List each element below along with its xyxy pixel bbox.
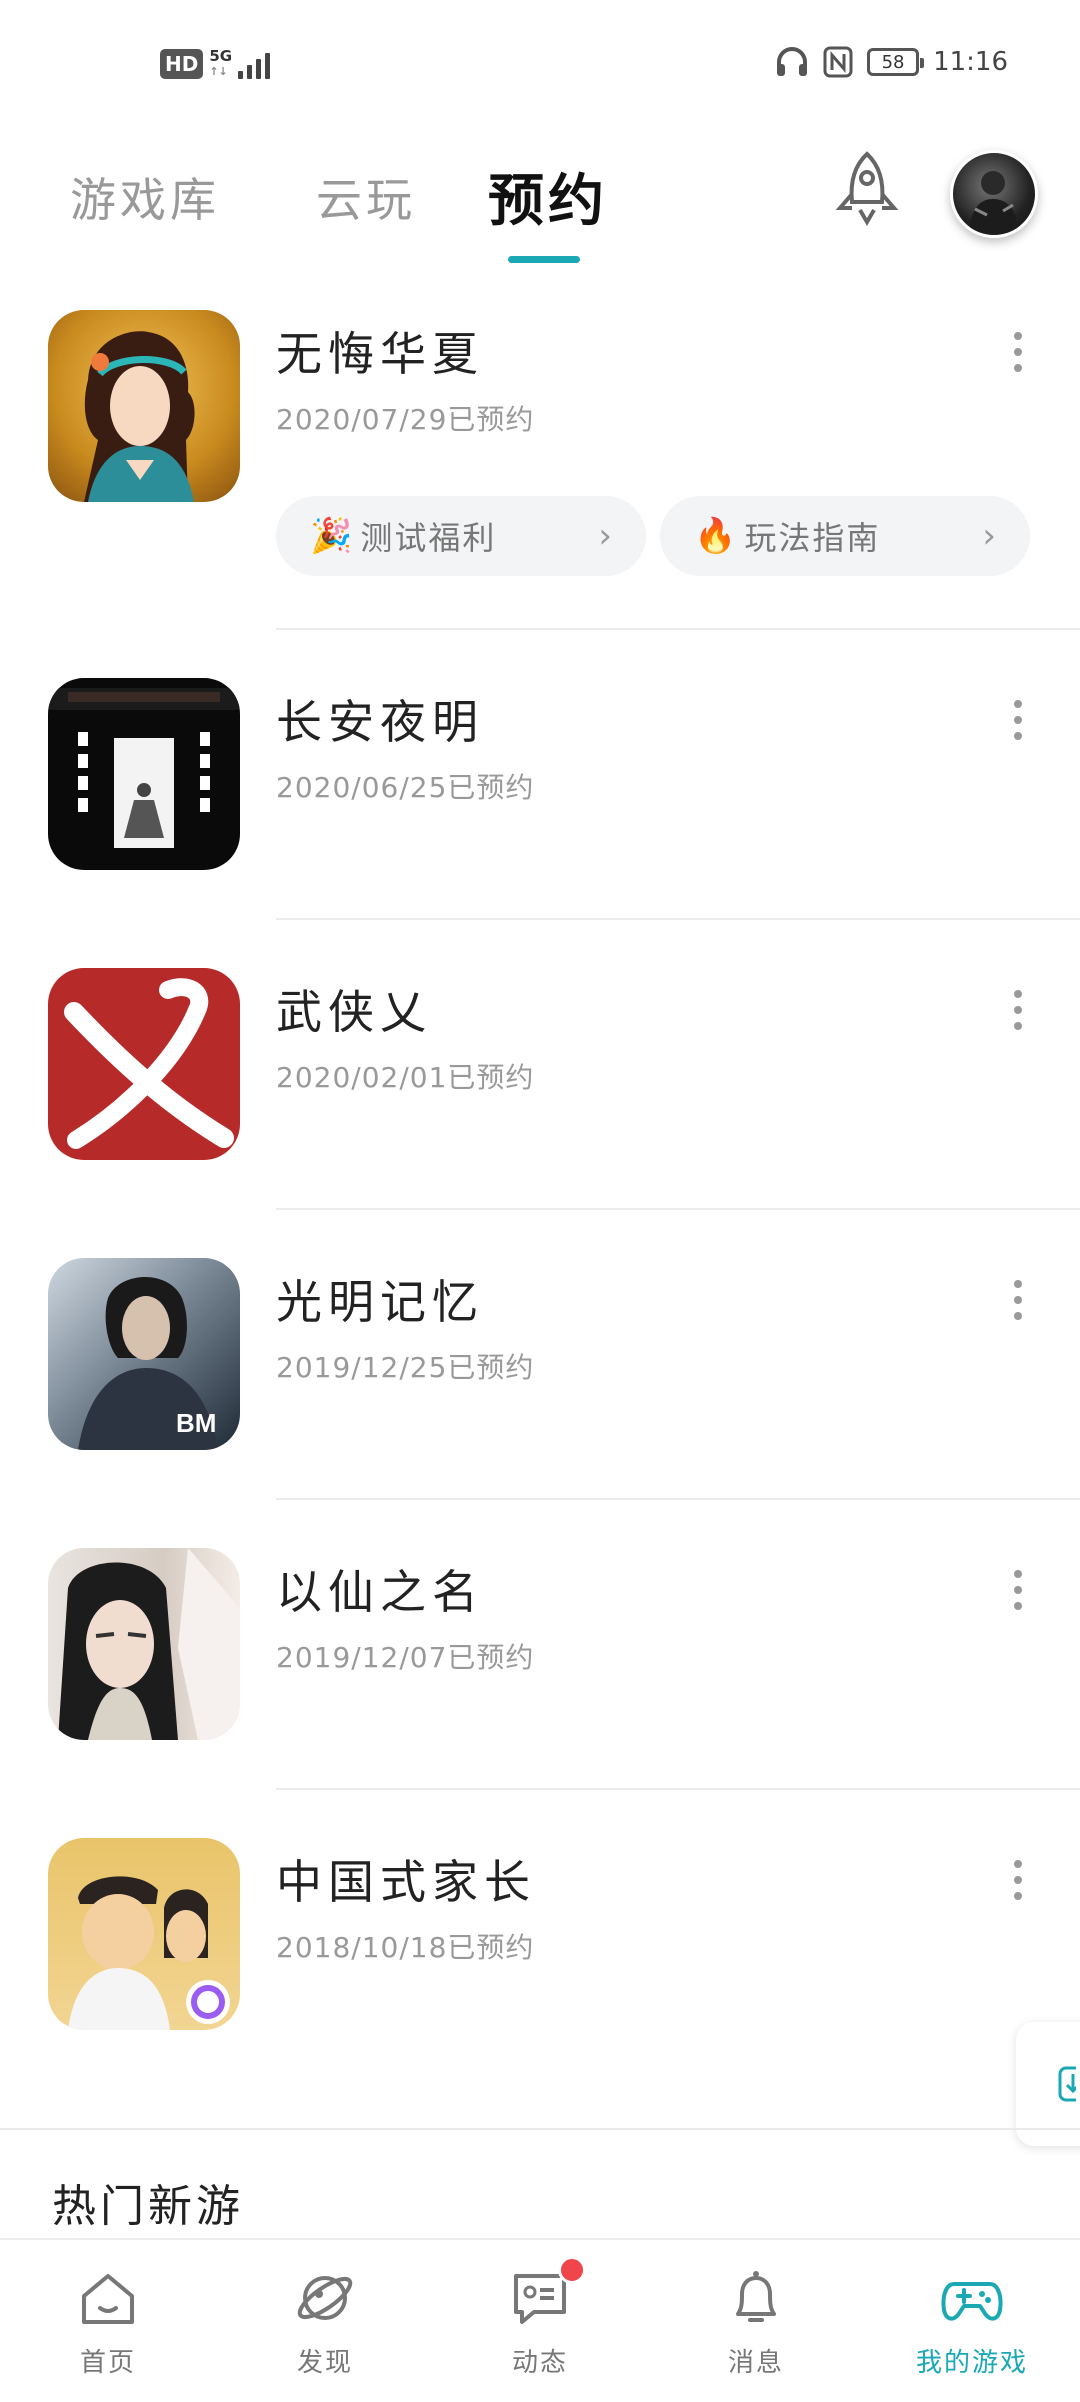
reservation-date: 2019/12/25已预约 bbox=[276, 1351, 535, 1384]
test-benefits-button[interactable]: 🎉 测试福利 › bbox=[276, 496, 646, 576]
game-row[interactable]: BM 光明记忆 2019/12/25已预约 bbox=[0, 1258, 1080, 1458]
nav-messages[interactable]: 消息 bbox=[686, 2240, 826, 2402]
game-icon-zhongguoshi-jiazhang[interactable] bbox=[48, 1838, 240, 2030]
nav-discover[interactable]: 发现 bbox=[255, 2240, 395, 2402]
more-options-icon[interactable] bbox=[1010, 1280, 1026, 1320]
nav-label: 首页 bbox=[79, 2348, 136, 2378]
signal-icon bbox=[238, 49, 271, 79]
chevron-right-icon: › bbox=[598, 516, 614, 556]
game-row[interactable]: 以仙之名 2019/12/07已预约 bbox=[0, 1548, 1080, 1748]
game-row[interactable]: 武侠乂 2020/02/01已预约 bbox=[0, 968, 1080, 1168]
divider bbox=[276, 1208, 1080, 1210]
chevron-right-icon: › bbox=[982, 516, 998, 556]
bottom-navigation: 首页 发现 动态 消息 我的游戏 bbox=[0, 2238, 1080, 2402]
tab-game-library[interactable]: 游戏库 bbox=[70, 164, 220, 230]
notification-badge bbox=[558, 2256, 586, 2284]
divider bbox=[276, 918, 1080, 920]
divider bbox=[276, 628, 1080, 630]
nav-home[interactable]: 首页 bbox=[38, 2240, 178, 2402]
game-row[interactable]: 长安夜明 2020/06/25已预约 bbox=[0, 678, 1080, 878]
planet-icon bbox=[297, 2276, 353, 2320]
rocket-icon[interactable] bbox=[830, 148, 904, 232]
more-options-icon[interactable] bbox=[1010, 1860, 1026, 1900]
gameplay-guide-button[interactable]: 🔥 玩法指南 › bbox=[660, 496, 1030, 576]
more-options-icon[interactable] bbox=[1010, 990, 1026, 1030]
game-row[interactable]: 无悔华夏 2020/07/29已预约 🎉 测试福利 › 🔥 玩法指南 › bbox=[0, 310, 1080, 610]
game-title: 中国式家长 bbox=[276, 1855, 536, 1909]
section-divider bbox=[0, 2128, 1080, 2130]
nav-label: 消息 bbox=[727, 2348, 784, 2378]
game-icon-changan-yeming[interactable] bbox=[48, 678, 240, 870]
game-title: 以仙之名 bbox=[276, 1565, 484, 1619]
status-bar: HD 5G ↑↓ 58 11:16 bbox=[0, 0, 1080, 130]
nav-label: 发现 bbox=[296, 2348, 353, 2378]
network-label: 5G bbox=[209, 47, 233, 65]
tab-reservations[interactable]: 预约 bbox=[488, 156, 608, 237]
bell-icon bbox=[736, 2271, 776, 2322]
active-tab-indicator bbox=[508, 256, 580, 263]
party-popper-icon: 🎉 bbox=[310, 516, 355, 556]
more-options-icon[interactable] bbox=[1010, 332, 1026, 372]
gamepad-icon bbox=[941, 2282, 1003, 2321]
user-avatar[interactable] bbox=[950, 150, 1038, 238]
more-options-icon[interactable] bbox=[1010, 1570, 1026, 1610]
game-icon-guangming-jiyi[interactable]: BM bbox=[48, 1258, 240, 1450]
reservation-date: 2018/10/18已预约 bbox=[276, 1931, 535, 1964]
nav-feed[interactable]: 动态 bbox=[470, 2240, 610, 2402]
section-title: 热门新游 bbox=[52, 2181, 244, 2232]
divider bbox=[276, 1788, 1080, 1790]
status-left: HD 5G ↑↓ bbox=[160, 47, 271, 80]
reservation-date: 2020/06/25已预约 bbox=[276, 771, 535, 804]
tab-cloud-play[interactable]: 云玩 bbox=[316, 164, 416, 230]
game-title: 长安夜明 bbox=[276, 695, 484, 749]
hd-badge: HD bbox=[160, 49, 204, 79]
more-options-icon[interactable] bbox=[1010, 700, 1026, 740]
fire-icon: 🔥 bbox=[694, 516, 739, 556]
network-sub-label: ↑↓ bbox=[209, 65, 228, 78]
divider bbox=[276, 1498, 1080, 1500]
game-icon-wuhui-huaxia[interactable] bbox=[48, 310, 240, 502]
game-icon-yixian-zhiming[interactable] bbox=[48, 1548, 240, 1740]
game-icon-wuxia-yi[interactable] bbox=[48, 968, 240, 1160]
game-title: 武侠乂 bbox=[276, 985, 432, 1039]
game-title: 光明记忆 bbox=[276, 1275, 484, 1329]
game-title: 无悔华夏 bbox=[276, 327, 484, 381]
nfc-icon bbox=[823, 46, 853, 78]
svg-text:BM: BM bbox=[176, 1408, 216, 1438]
game-row[interactable]: 中国式家长 2018/10/18已预约 bbox=[0, 1838, 1080, 2038]
pill-label: 测试福利 bbox=[360, 519, 497, 557]
headphones-icon bbox=[777, 47, 808, 76]
clock: 11:16 bbox=[933, 47, 1008, 77]
pill-label: 玩法指南 bbox=[744, 519, 881, 557]
nav-label: 动态 bbox=[511, 2348, 568, 2378]
nav-label: 我的游戏 bbox=[915, 2348, 1028, 2378]
avatar-silhouette-icon bbox=[969, 171, 1019, 233]
home-icon bbox=[82, 2274, 134, 2324]
status-right: 58 11:16 bbox=[775, 46, 1008, 78]
reservation-date: 2020/07/29已预约 bbox=[276, 403, 535, 436]
top-tabs: 游戏库 云玩 预约 bbox=[0, 150, 1080, 270]
reservation-date: 2020/02/01已预约 bbox=[276, 1061, 535, 1094]
nav-my-games[interactable]: 我的游戏 bbox=[902, 2240, 1042, 2402]
battery-icon: 58 bbox=[867, 48, 925, 76]
reservation-date: 2019/12/07已预约 bbox=[276, 1641, 535, 1674]
